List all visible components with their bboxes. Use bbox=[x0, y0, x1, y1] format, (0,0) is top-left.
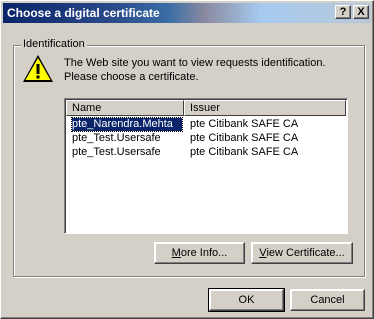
certificate-dialog: Choose a digital certificate ? X Identif… bbox=[0, 0, 374, 319]
window-title: Choose a digital certificate bbox=[7, 6, 160, 20]
identification-message: The Web site you want to view requests i… bbox=[64, 57, 326, 83]
group-label: Identification bbox=[21, 38, 87, 51]
cancel-button[interactable]: Cancel bbox=[290, 289, 365, 311]
view-certificate-button[interactable]: View Certificate... bbox=[251, 242, 353, 264]
certificate-issuer: pte Citibank SAFE CA bbox=[190, 132, 299, 144]
more-info-label: ore Info... bbox=[180, 247, 228, 259]
column-header-name[interactable]: Name bbox=[66, 100, 184, 116]
close-button[interactable]: X bbox=[353, 5, 369, 19]
view-certificate-label: iew Certificate... bbox=[266, 247, 345, 259]
column-header-issuer[interactable]: Issuer bbox=[184, 100, 346, 116]
certificate-issuer: pte Citibank SAFE CA bbox=[190, 118, 299, 130]
certificate-name: pte_Test.Usersafe bbox=[72, 146, 161, 158]
more-info-accelerator: M bbox=[171, 247, 181, 259]
certificate-issuer: pte Citibank SAFE CA bbox=[190, 146, 299, 158]
certificate-name: pte_Narendra.Mehta bbox=[71, 117, 183, 132]
ok-button[interactable]: OK bbox=[208, 288, 285, 312]
title-bar[interactable]: Choose a digital certificate ? X bbox=[3, 3, 371, 23]
certificate-name: pte_Test.Usersafe bbox=[72, 132, 161, 144]
more-info-button[interactable]: More Info... bbox=[154, 242, 245, 264]
warning-icon bbox=[23, 55, 53, 82]
certificate-list[interactable]: Name Issuer pte_Narendra.Mehta pte Citib… bbox=[64, 98, 348, 234]
help-button[interactable]: ? bbox=[335, 5, 351, 19]
